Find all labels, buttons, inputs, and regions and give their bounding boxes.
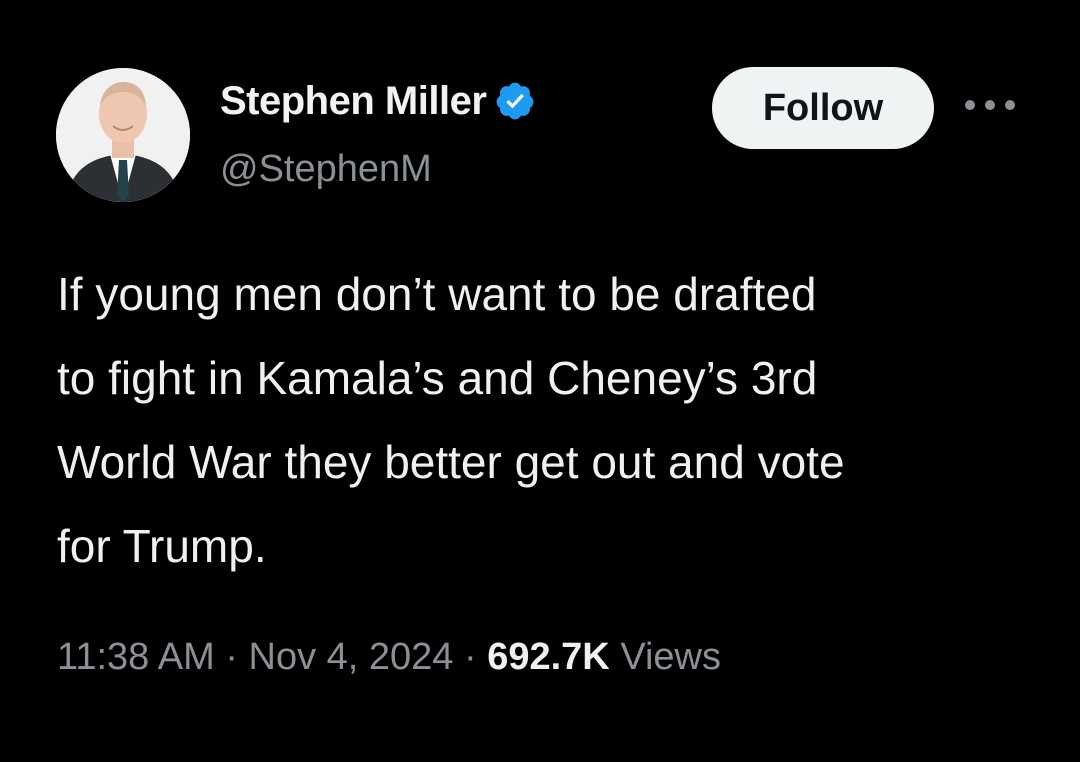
meta-separator: · xyxy=(214,636,249,678)
tweet-text-line: for Trump. xyxy=(57,520,267,572)
tweet-text-line: If young men don’t want to be drafted xyxy=(57,268,817,320)
author-name-row: Stephen Miller xyxy=(220,76,536,126)
tweet-date[interactable]: Nov 4, 2024 xyxy=(249,636,454,678)
more-horizontal-icon xyxy=(965,100,1015,110)
follow-button[interactable]: Follow xyxy=(712,67,934,149)
views-count[interactable]: 692.7K xyxy=(487,636,610,678)
profile-photo xyxy=(56,68,190,202)
tweet-card: Stephen Miller @StephenM Follow If young… xyxy=(0,0,1080,762)
verified-badge-icon xyxy=(494,80,536,122)
views-label: Views xyxy=(609,636,722,678)
tweet-text: If young men don’t want to be drafted to… xyxy=(57,252,1047,588)
meta-separator: · xyxy=(453,636,488,678)
author-handle[interactable]: @StephenM xyxy=(220,148,432,191)
tweet-time[interactable]: 11:38 AM xyxy=(57,636,215,678)
tweet-text-line: to fight in Kamala’s and Cheney’s 3rd xyxy=(57,352,818,404)
author-display-name[interactable]: Stephen Miller xyxy=(220,79,487,124)
tweet-text-line: World War they better get out and vote xyxy=(57,436,845,488)
tweet-meta: 11:38 AM · Nov 4, 2024 · 692.7K Views xyxy=(57,636,721,679)
more-options-button[interactable] xyxy=(957,90,1023,120)
avatar[interactable] xyxy=(56,68,190,202)
